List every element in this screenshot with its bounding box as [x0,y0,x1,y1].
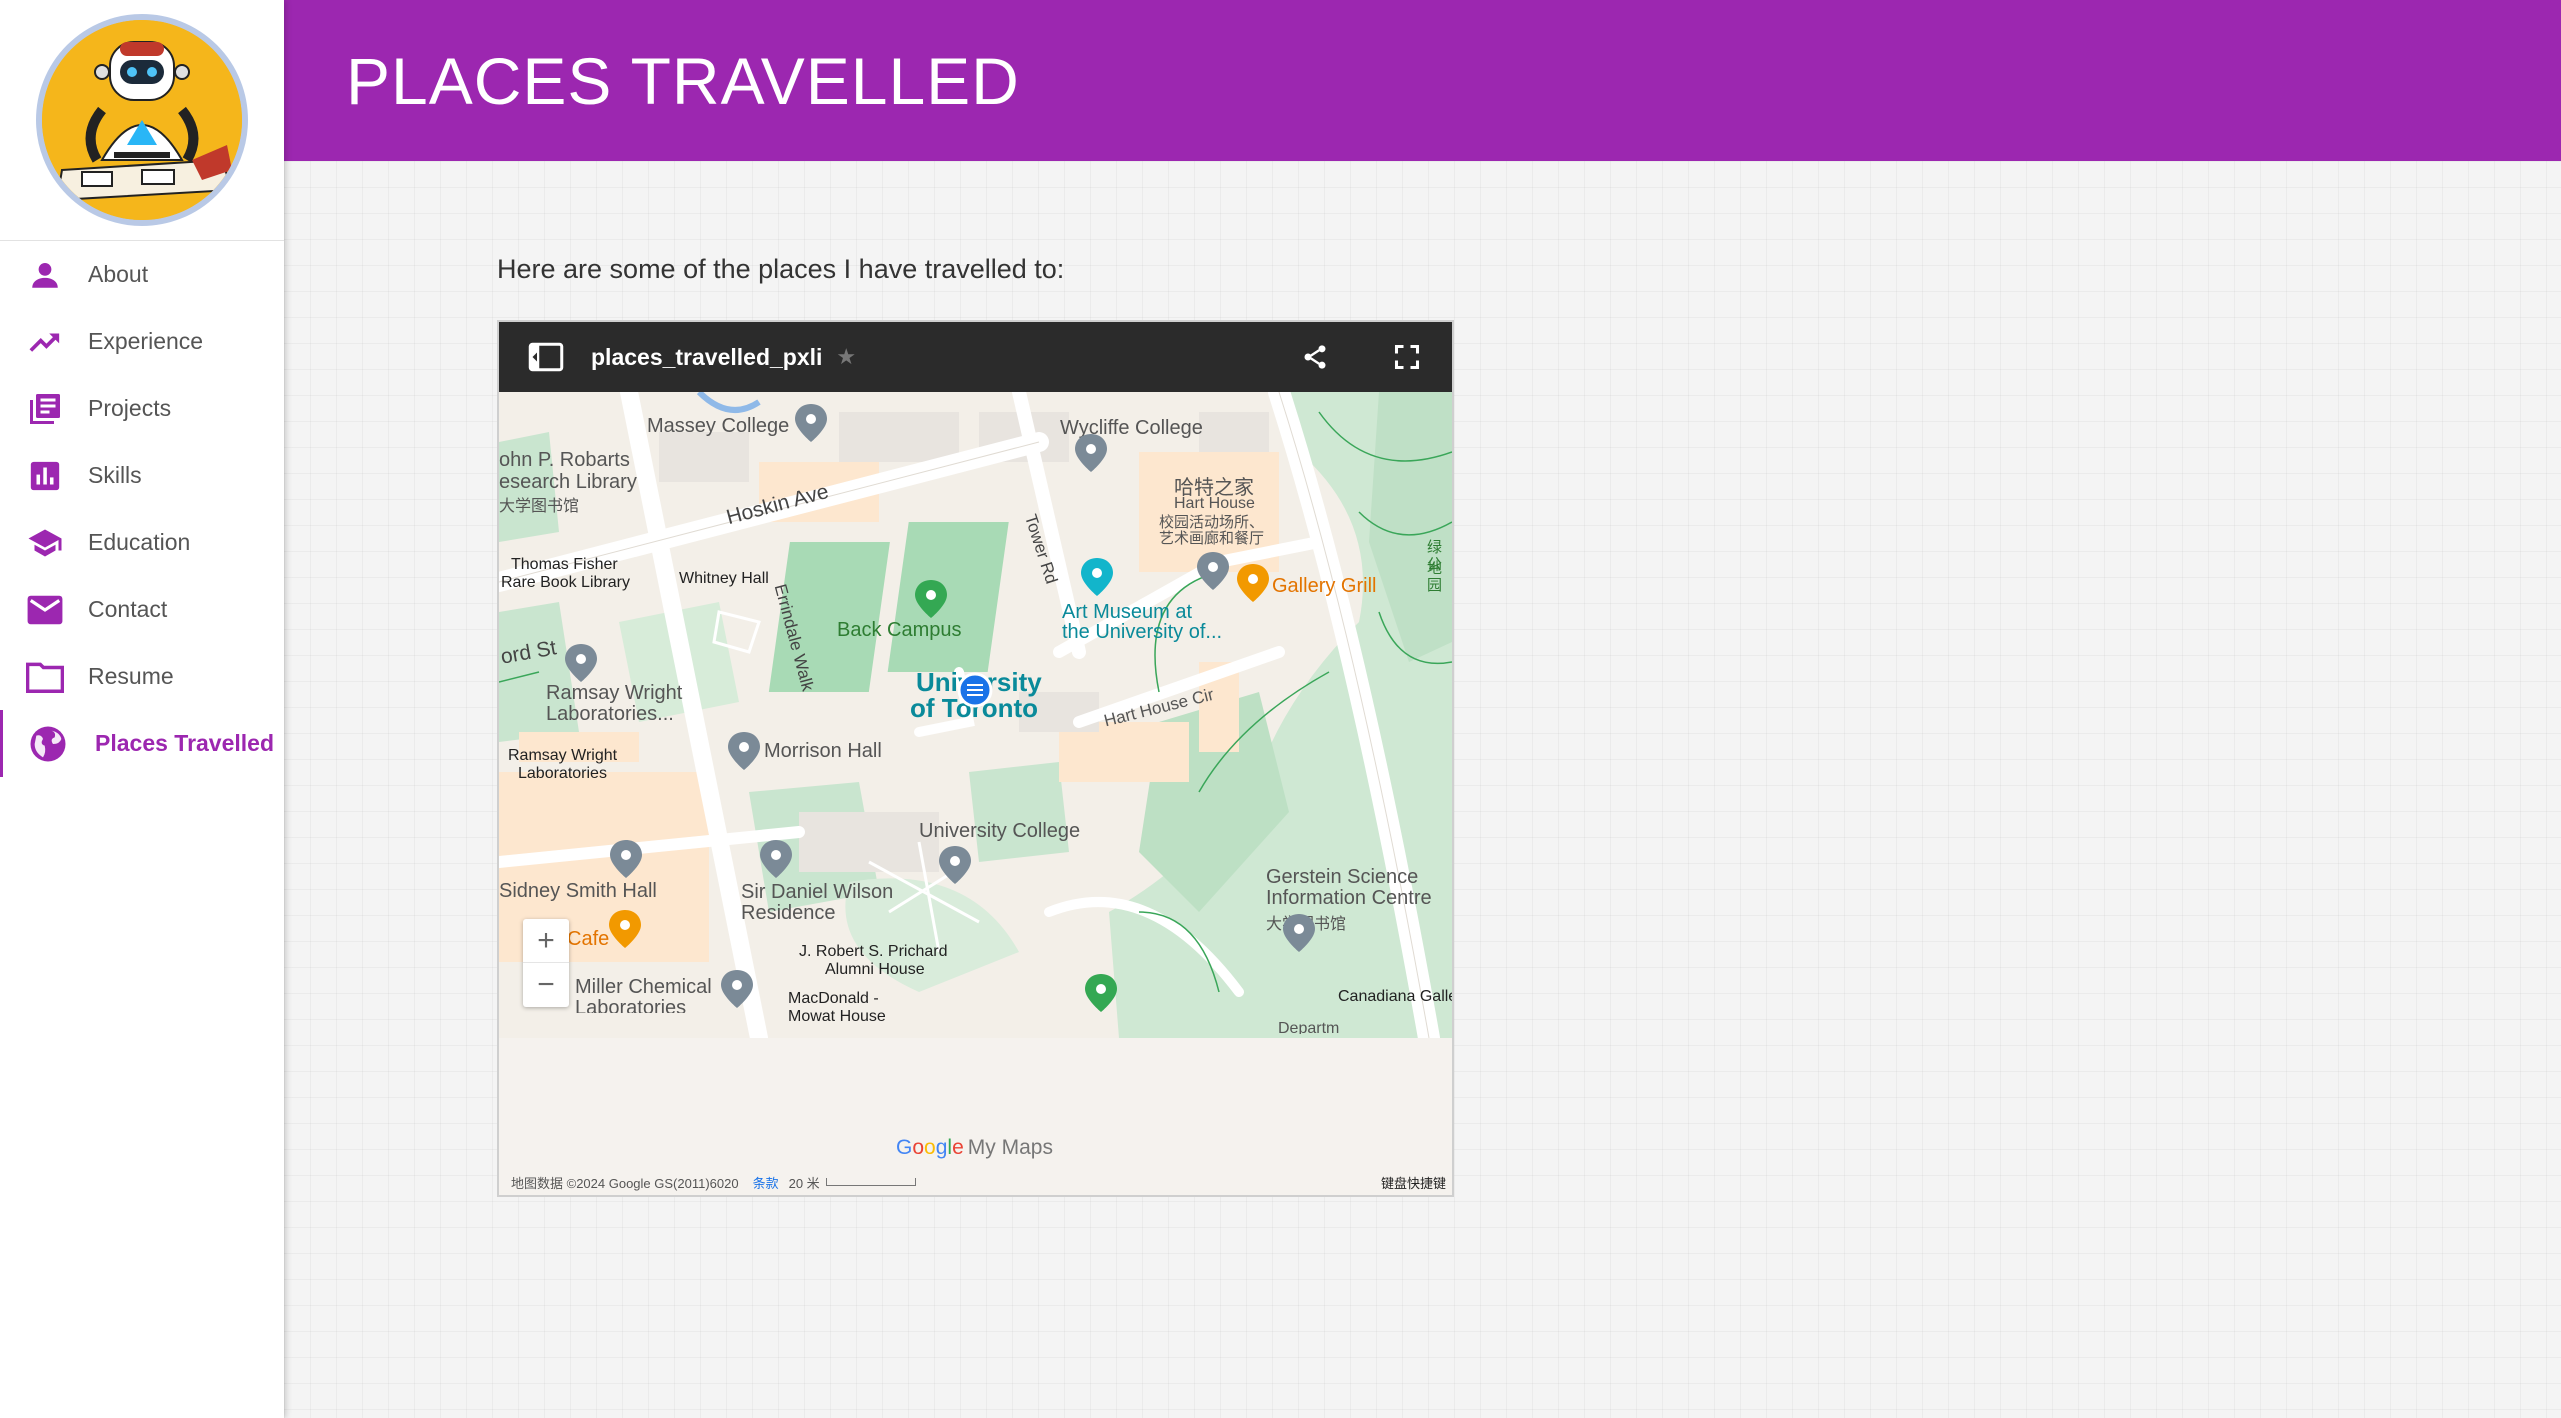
sidebar-item-resume[interactable]: Resume [0,643,284,710]
zoom-controls: + − [523,919,569,1007]
sidebar-item-label: Skills [88,462,142,488]
map-attribution-bar: 地图数据 ©2024 Google GS(2011)6020 条款 20 米 键… [499,1167,1452,1195]
sidebar-item-label: About [88,261,149,287]
sidebar-item-label: Contact [88,596,168,622]
map-legend-toggle-icon[interactable] [523,334,569,380]
brand-letter: g [935,1136,948,1159]
map-toolbar: places_travelled_pxli ★ [499,322,1452,392]
sidebar-item-contact[interactable]: Contact [0,576,284,643]
sidebar-item-education[interactable]: Education [0,509,284,576]
sidebar-item-label: Resume [88,663,174,689]
sidebar-nav: About Experience Projects Skills Educati… [0,241,284,777]
university-marker-icon [957,672,993,708]
robot-avatar-icon [42,20,242,220]
avatar-container [0,0,284,241]
sidebar-item-experience[interactable]: Experience [0,308,284,375]
scale-label[interactable]: 20 米 [789,1173,820,1192]
keyboard-shortcuts-link[interactable]: 键盘快捷键 [1381,1173,1446,1192]
brand-suffix: My Maps [967,1136,1053,1159]
google-my-maps-logo: Google My Maps [896,1136,1053,1160]
person-icon [24,254,66,296]
sidebar-item-about[interactable]: About [0,241,284,308]
bar-chart-icon [24,455,66,497]
sidebar-item-label: Education [88,529,191,555]
sidebar-item-skills[interactable]: Skills [0,442,284,509]
brand-letter: o [912,1136,925,1159]
sidebar-item-label: Places Travelled [95,730,275,756]
sidebar-item-label: Experience [88,328,204,354]
school-icon [24,522,66,564]
scale-bar [825,1178,916,1186]
library-books-icon [24,388,66,430]
folder-icon [24,656,66,698]
sidebar-item-places-travelled[interactable]: Places Travelled [0,710,284,777]
terms-link[interactable]: 条款 [753,1173,779,1192]
map-pins [565,404,1315,1012]
map-attribution: 地图数据 ©2024 Google GS(2011)6020 [511,1175,739,1191]
zoom-out-button[interactable]: − [523,963,569,1007]
map-title: places_travelled_pxli [591,343,823,370]
globe-icon [27,723,69,765]
sidebar-item-label: Projects [88,395,172,421]
sidebar-item-projects[interactable]: Projects [0,375,284,442]
share-icon[interactable] [1292,334,1338,380]
map-embed-container: places_travelled_pxli ★ Massey College W… [497,320,1454,1197]
sidebar: About Experience Projects Skills Educati… [0,0,284,1418]
intro-text: Here are some of the places I have trave… [497,254,1065,284]
main-content: Here are some of the places I have trave… [284,161,2561,1418]
trending-up-icon [24,321,66,363]
brand-letter: o [924,1136,936,1159]
star-icon[interactable]: ★ [836,344,856,370]
page-title: PLACES TRAVELLED [346,43,1020,118]
page-header: PLACES TRAVELLED [284,0,2561,161]
brand-letter: G [896,1136,913,1159]
map-embed[interactable]: places_travelled_pxli ★ Massey College W… [497,320,1454,1197]
mail-icon [24,589,66,631]
avatar[interactable] [36,14,248,226]
fullscreen-icon[interactable] [1384,334,1430,380]
zoom-in-button[interactable]: + [523,919,569,963]
brand-letter: e [952,1136,964,1159]
